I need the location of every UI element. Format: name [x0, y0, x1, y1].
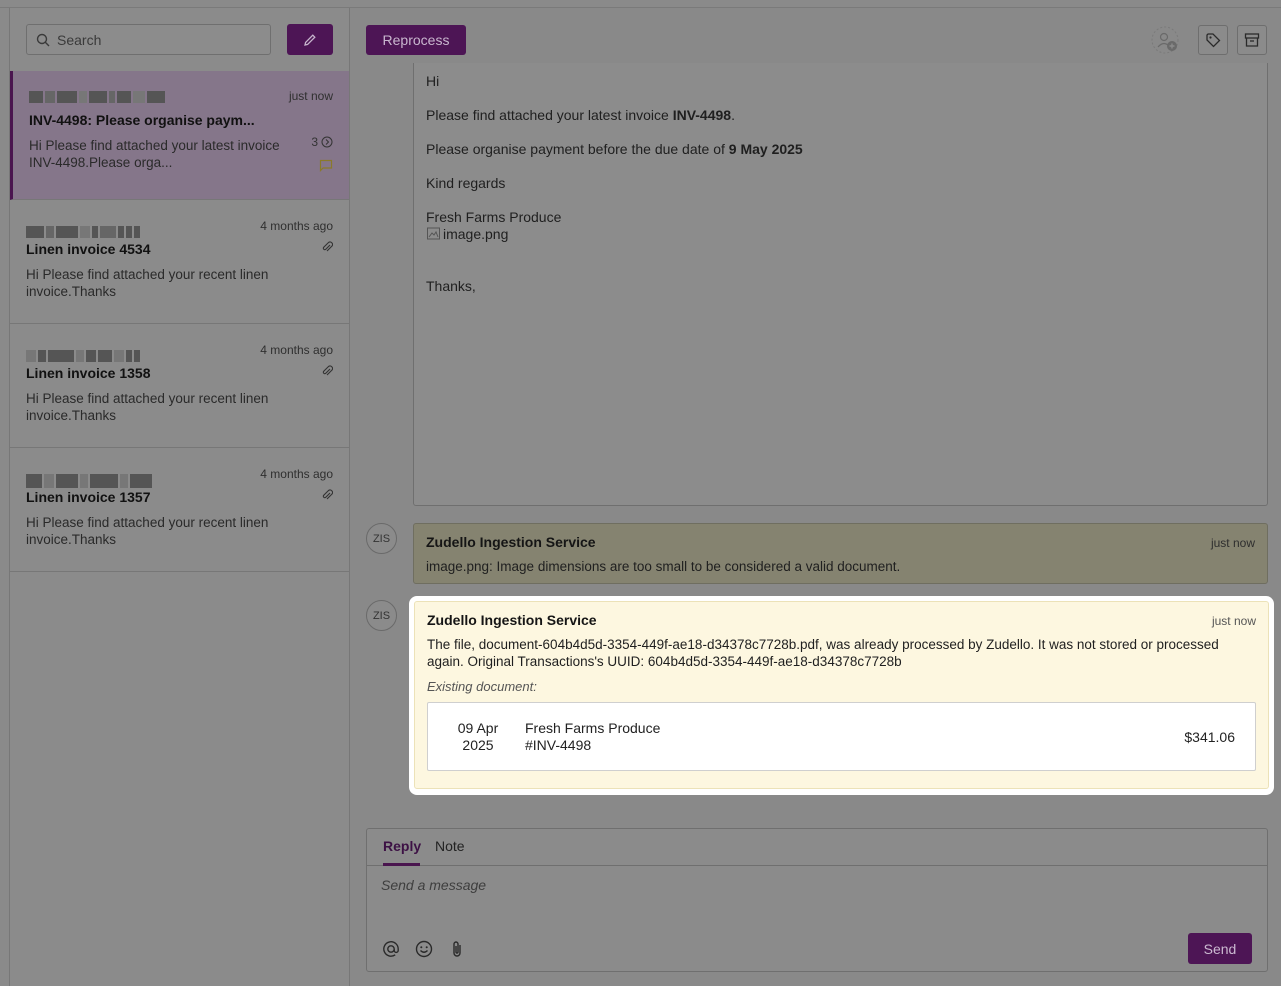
tag-button[interactable] [1198, 25, 1228, 55]
document-amount: $341.06 [1184, 729, 1235, 745]
message-count: 3 [311, 135, 333, 149]
attachment-icon [322, 241, 333, 252]
search-box[interactable] [26, 24, 271, 55]
email-thanks: Thanks, [426, 278, 476, 294]
tab-reply[interactable]: Reply [383, 838, 421, 854]
avatar: ZIS [366, 600, 397, 631]
invoice-number: INV-4498 [672, 107, 732, 123]
conversation-preview: Hi Please find attached your recent line… [26, 515, 269, 547]
existing-document-card[interactable]: 09 Apr 2025 Fresh Farms Produce #INV-449… [427, 702, 1256, 771]
sender-redacted [29, 91, 169, 103]
conversation-list: just now INV-4498: Please organise paym.… [10, 71, 349, 572]
tab-note[interactable]: Note [435, 838, 465, 854]
conversation-item[interactable]: 4 months ago Linen invoice 1358 Hi Pleas… [10, 324, 349, 448]
conversation-subject: INV-4498: Please organise paym... [29, 112, 255, 128]
send-button[interactable]: Send [1188, 933, 1252, 964]
left-edge [0, 8, 10, 986]
image-alt-text: image.png [443, 226, 509, 242]
broken-image-icon [427, 227, 440, 240]
conversation-preview: Hi Please find attached your latest invo… [29, 138, 280, 170]
conversation-time: 4 months ago [260, 343, 333, 357]
archive-button[interactable] [1237, 25, 1267, 55]
conversation-subject: Linen invoice 4534 [26, 241, 151, 257]
search-icon [36, 33, 50, 47]
comment-flag-icon [319, 159, 333, 172]
attachment-icon [322, 489, 333, 500]
message-time: just now [1211, 614, 1256, 628]
top-strip [0, 0, 1281, 8]
tag-icon [1206, 33, 1221, 48]
email-sign-off: Kind regards [426, 175, 506, 191]
pencil-icon [304, 33, 316, 46]
conversation-time: 4 months ago [260, 219, 333, 233]
conversation-detail: Reprocess Hi Please find attached your l… [350, 8, 1281, 986]
message-sender: Zudello Ingestion Service [427, 612, 597, 628]
compose-button[interactable] [287, 24, 333, 55]
conversation-item[interactable]: 4 months ago Linen invoice 1357 Hi Pleas… [10, 448, 349, 572]
system-message-highlighted: Zudello Ingestion Service just now The f… [414, 601, 1269, 789]
message-text: The file, document-604b4d5d-3354-449f-ae… [427, 637, 1219, 669]
conversation-preview: Hi Please find attached your recent line… [26, 391, 269, 423]
message-input[interactable] [381, 877, 1241, 917]
attachment-icon[interactable] [447, 939, 467, 959]
conversation-item[interactable]: 4 months ago Linen invoice 4534 Hi Pleas… [10, 200, 349, 324]
email-body: Hi Please find attached your latest invo… [413, 63, 1268, 506]
message-time: just now [1210, 536, 1255, 550]
message-sender: Zudello Ingestion Service [426, 534, 596, 550]
emoji-icon[interactable] [414, 939, 434, 959]
conversation-item[interactable]: just now INV-4498: Please organise paym.… [10, 71, 349, 200]
reprocess-button[interactable]: Reprocess [366, 25, 466, 55]
broken-image: image.png [426, 226, 508, 242]
assign-user-icon[interactable] [1150, 25, 1182, 55]
conversation-time: just now [288, 89, 333, 103]
conversation-sidebar: just now INV-4498: Please organise paym.… [10, 8, 350, 986]
message-text: image.png: Image dimensions are too smal… [426, 559, 901, 574]
email-line-invoice: Please find attached your latest invoice… [426, 107, 735, 123]
avatar: ZIS [366, 523, 397, 554]
email-greeting: Hi [426, 73, 440, 89]
email-line-due-date: Please organise payment before the due d… [426, 141, 803, 157]
sender-redacted [26, 350, 166, 362]
message-count-value: 3 [311, 135, 318, 149]
conversation-subject: Linen invoice 1357 [26, 489, 151, 505]
due-date: 9 May 2025 [728, 141, 803, 157]
mention-icon[interactable] [381, 939, 401, 959]
document-date: 09 Apr 2025 [457, 720, 499, 753]
email-company: Fresh Farms Produce [426, 209, 562, 225]
conversation-subject: Linen invoice 1358 [26, 365, 151, 381]
sender-redacted [26, 226, 166, 238]
attachment-icon [322, 365, 333, 376]
chevron-circle-icon [321, 136, 333, 148]
document-number: #INV-4498 [525, 737, 592, 753]
system-message: Zudello Ingestion Service just now image… [413, 523, 1268, 584]
active-tab-indicator [383, 863, 420, 866]
archive-icon [1244, 33, 1260, 47]
conversation-time: 4 months ago [260, 467, 333, 481]
search-input[interactable] [57, 25, 267, 54]
composer-tabs: Reply Note [367, 829, 1267, 866]
document-vendor: Fresh Farms Produce #INV-4498 [525, 720, 661, 753]
conversation-preview: Hi Please find attached your recent line… [26, 267, 269, 299]
sender-redacted [26, 474, 166, 488]
reply-composer: Reply Note Send [366, 828, 1268, 972]
existing-document-label: Existing document: [427, 679, 537, 694]
